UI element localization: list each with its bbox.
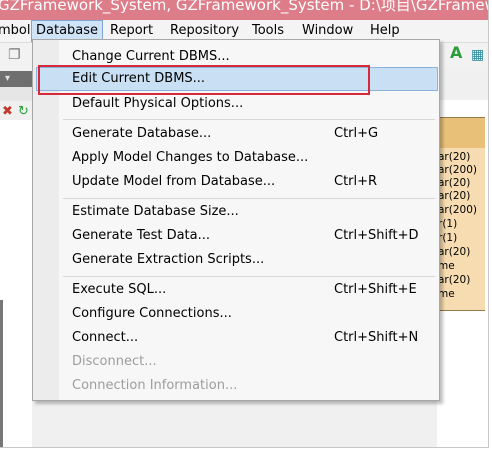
menu-connect[interactable]: Connect... Ctrl+Shift+N (36, 326, 436, 350)
menu-default-physical-options[interactable]: Default Physical Options... (36, 92, 436, 116)
menu-separator (63, 119, 435, 120)
menu-update-model-from-database[interactable]: Update Model from Database... Ctrl+R (36, 170, 436, 194)
column-type: ar(200) (438, 164, 477, 176)
app-window: GZFramework_System, GZFramework_System -… (0, 0, 489, 448)
menu-generate-database[interactable]: Generate Database... Ctrl+G (36, 122, 436, 146)
menu-window[interactable]: Window (298, 21, 357, 40)
menu-configure-connections[interactable]: Configure Connections... (36, 302, 436, 326)
annotation-highlight-box (38, 65, 370, 95)
refresh-icon[interactable]: ↻ (18, 104, 29, 120)
menu-symbol[interactable]: mbol (0, 21, 34, 40)
delete-icon[interactable]: ✖ (2, 104, 13, 120)
browser-tree[interactable] (0, 120, 32, 447)
menu-estimate-database-size[interactable]: Estimate Database Size... (36, 200, 436, 224)
table-symbol-header (438, 118, 485, 148)
column-type: ar(20) (438, 177, 471, 189)
menu-connection-information: Connection Information... (72, 378, 238, 393)
copy-icon[interactable]: ❐ (8, 47, 21, 63)
window-edge (0, 300, 3, 447)
menu-repository[interactable]: Repository (166, 21, 243, 40)
table-symbol[interactable]: ar(20) ar(200) ar(20) ar(20) ar(200) r(1… (437, 117, 485, 311)
column-type: ar(20) (438, 151, 471, 163)
menu-apply-model-changes[interactable]: Apply Model Changes to Database... (36, 146, 436, 170)
column-type: ar(20) (438, 190, 471, 202)
column-type: r(1) (438, 218, 458, 230)
menu-execute-sql[interactable]: Execute SQL... Ctrl+Shift+E (36, 278, 436, 302)
grid-icon[interactable]: ▦ (471, 47, 484, 63)
menu-generate-extraction-scripts[interactable]: Generate Extraction Scripts... (36, 248, 436, 272)
menu-tools[interactable]: Tools (248, 21, 288, 40)
column-type: ar(20) (438, 246, 471, 258)
column-type: ar(20) (438, 274, 471, 286)
column-type: me (438, 260, 455, 272)
menu-report[interactable]: Report (106, 21, 157, 40)
menu-separator (63, 198, 435, 199)
column-type: ar(200) (438, 204, 477, 216)
title-bar: GZFramework_System, GZFramework_System -… (0, 0, 488, 20)
window-title: GZFramework_System, GZFramework_System -… (0, 0, 488, 14)
column-type: r(1) (438, 232, 458, 244)
column-type: me (438, 288, 455, 300)
menu-separator (63, 276, 435, 277)
menu-disconnect: Disconnect... (72, 354, 157, 369)
menu-help[interactable]: Help (366, 21, 404, 40)
panel-menu-icon[interactable]: ▾ (5, 71, 10, 87)
panel-header: ▾ (0, 71, 32, 87)
menu-generate-test-data[interactable]: Generate Test Data... Ctrl+Shift+D (36, 224, 436, 248)
font-icon[interactable]: A (450, 45, 462, 61)
